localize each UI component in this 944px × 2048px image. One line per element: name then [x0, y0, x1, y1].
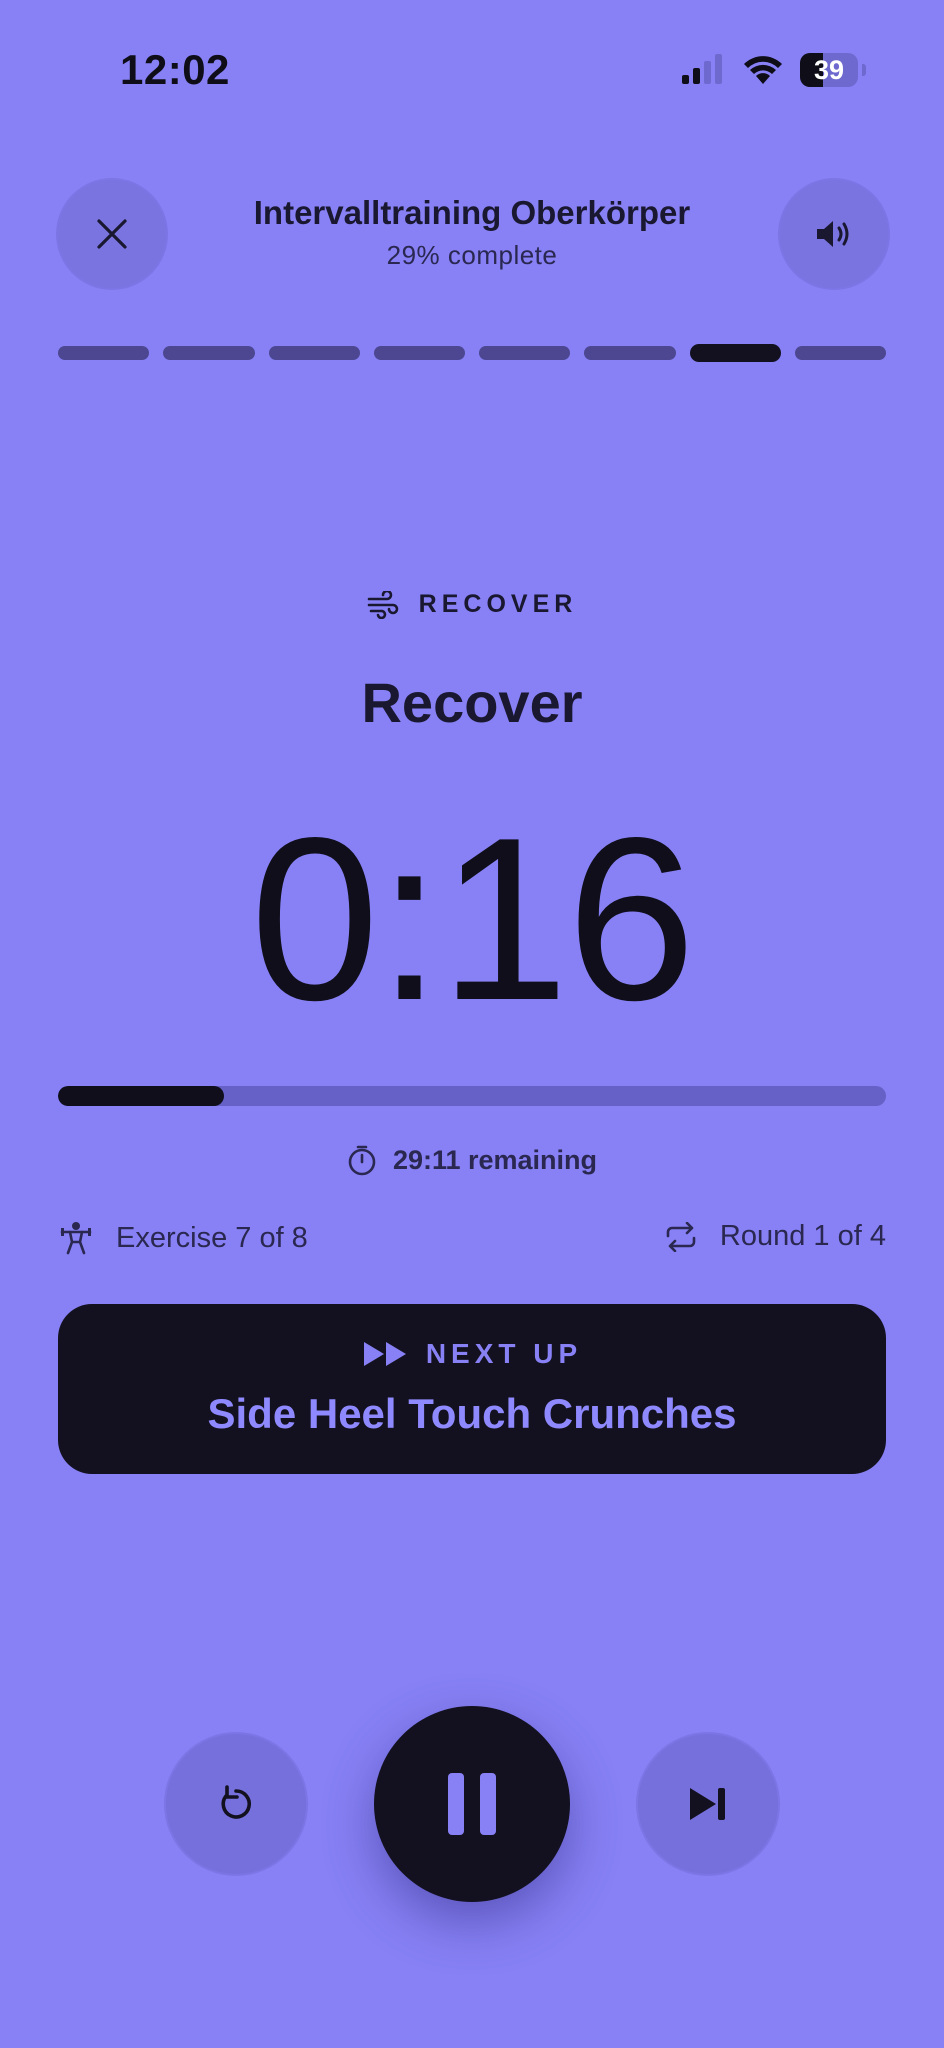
wind-icon: [367, 590, 398, 619]
remaining-row: 29:11 remaining: [0, 1144, 944, 1176]
segment: [794, 346, 886, 360]
round-count: Round 1 of 4: [719, 1220, 886, 1252]
battery-icon: 39: [800, 53, 858, 87]
remaining-time: 29:11 remaining: [392, 1144, 598, 1175]
phase-label-row: RECOVER: [0, 590, 944, 619]
speaker-icon: [817, 221, 849, 247]
cellular-signal-icon: [682, 54, 722, 84]
workout-player-screen: 12:02 39 Intervalltraining Oberkörper 29…: [0, 0, 944, 2048]
repeat-icon: [666, 1221, 696, 1252]
workout-progress-text: 29% complete: [386, 240, 558, 270]
phase-progress-fill: [58, 1086, 224, 1106]
round-counter: Round 1 of 4: [664, 1220, 886, 1253]
countdown-timer: 0:16: [250, 790, 696, 1049]
next-up-card: NEXT UP Side Heel Touch Crunches: [58, 1304, 886, 1474]
segment: [268, 346, 360, 360]
next-up-label-row: NEXT UP: [58, 1338, 886, 1370]
next-exercise-name: Side Heel Touch Crunches: [207, 1390, 737, 1437]
workout-title: Intervalltraining Oberkörper: [253, 194, 691, 231]
weightlifter-icon: [60, 1222, 92, 1255]
phase-label: RECOVER: [418, 590, 578, 618]
battery-level: 39: [813, 55, 845, 85]
segment: [584, 346, 676, 360]
stopwatch-icon: [348, 1145, 376, 1176]
skip-button[interactable]: [638, 1734, 778, 1874]
phase-title: Recover: [361, 671, 583, 734]
status-icons: 39: [680, 50, 866, 90]
fast-forward-icon: [363, 1342, 406, 1366]
battery-tip: [862, 64, 866, 76]
pause-button[interactable]: [374, 1706, 570, 1902]
segment-progress: [58, 344, 886, 362]
pause-icon: [448, 1773, 496, 1835]
sound-button[interactable]: [780, 180, 888, 288]
segment: [58, 346, 150, 360]
restart-button[interactable]: [166, 1734, 306, 1874]
exercise-counter: Exercise 7 of 8: [58, 1220, 308, 1256]
exercise-count: Exercise 7 of 8: [116, 1221, 308, 1254]
segment-active: [689, 344, 781, 362]
segment: [479, 346, 571, 360]
status-time: 12:02: [120, 46, 230, 93]
close-icon: [97, 219, 127, 249]
phase-progress-bar: [58, 1086, 886, 1106]
next-up-label: NEXT UP: [425, 1338, 583, 1369]
segment: [163, 346, 255, 360]
segment: [373, 346, 465, 360]
restart-icon: [221, 1785, 252, 1819]
wifi-icon: [744, 56, 782, 84]
close-button[interactable]: [58, 180, 166, 288]
skip-next-icon: [690, 1788, 725, 1820]
